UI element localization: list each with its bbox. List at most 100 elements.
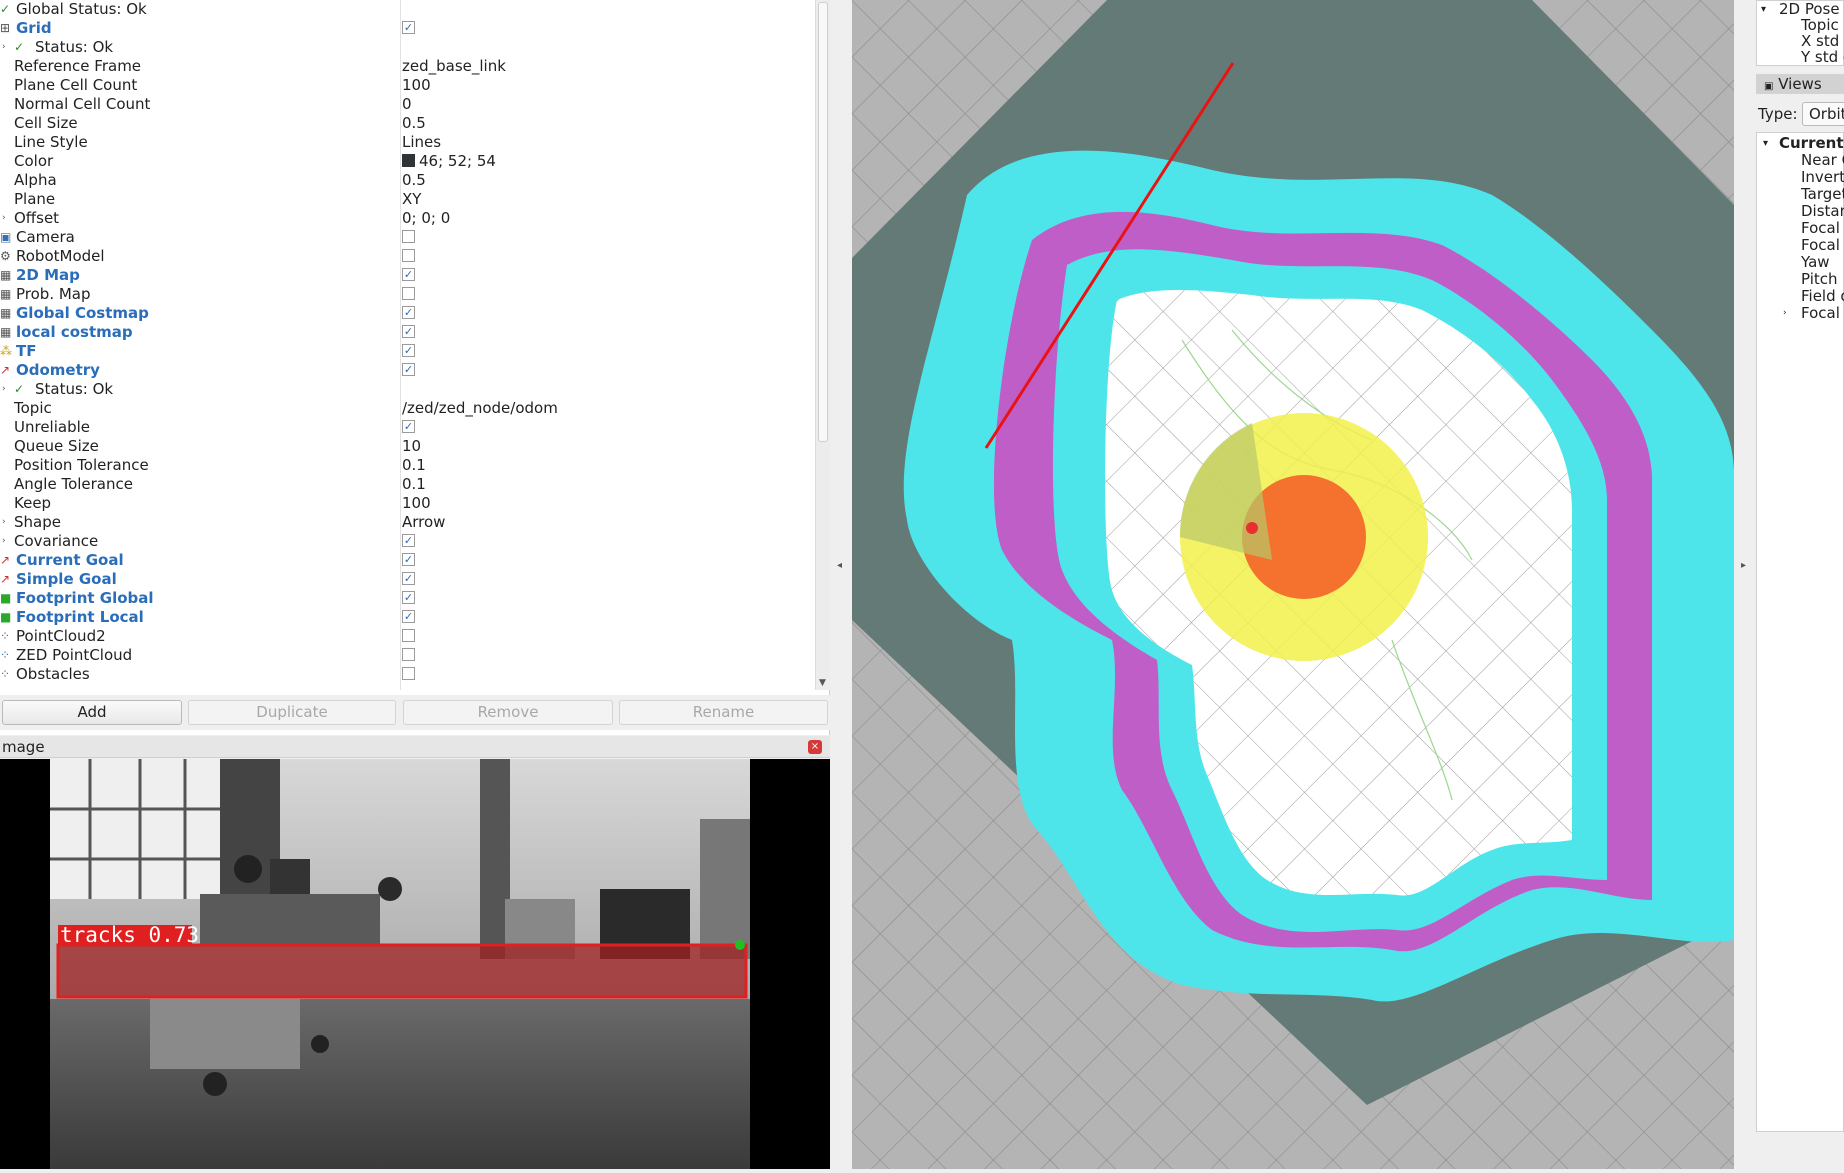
display-row-current-goal[interactable]: ↗ Current Goal ✓ (0, 551, 815, 570)
simple-goal-checkbox[interactable]: ✓ (402, 570, 415, 589)
display-row-footprint-global[interactable]: ■ Footprint Global ✓ (0, 589, 815, 608)
display-row-color[interactable]: Color 46; 52; 54 (0, 152, 815, 171)
display-row-simple-goal[interactable]: ↗ Simple Goal ✓ (0, 570, 815, 589)
obstacles-checkbox[interactable] (402, 665, 415, 684)
keep-value[interactable]: 100 (402, 494, 431, 513)
scroll-down-icon[interactable]: ▼ (819, 678, 826, 688)
panel-splitter[interactable]: ◂ (830, 0, 852, 1169)
view-prop-row[interactable]: Near C (1801, 152, 1844, 169)
robotmodel-checkbox[interactable] (402, 247, 415, 266)
display-row-zed-pointcloud[interactable]: ⁘ ZED PointCloud (0, 646, 815, 665)
color-value[interactable]: 46; 52; 54 (402, 152, 496, 171)
map-canvas[interactable] (852, 0, 1734, 1169)
view-prop-row[interactable]: Target (1801, 186, 1844, 203)
local-costmap-checkbox[interactable]: ✓ (402, 323, 415, 342)
grid-enable-checkbox[interactable]: ✓ (402, 19, 415, 38)
view-prop-row[interactable]: Yaw (1801, 254, 1830, 271)
duplicate-button[interactable]: Duplicate (188, 700, 396, 725)
pointcloud2-checkbox[interactable] (402, 627, 415, 646)
tf-checkbox[interactable]: ✓ (402, 342, 415, 361)
display-row-grid-status[interactable]: › ✓ Status: Ok (0, 38, 815, 57)
display-row-alpha[interactable]: Alpha 0.5 (0, 171, 815, 190)
view-prop-row[interactable]: Pitch (1801, 271, 1838, 288)
prob-map-checkbox[interactable] (402, 285, 415, 304)
unreliable-checkbox[interactable]: ✓ (402, 418, 415, 437)
display-row-pointcloud2[interactable]: ⁘ PointCloud2 (0, 627, 815, 646)
displays-scrollbar[interactable]: ▼ (815, 0, 830, 690)
polygon-icon: ■ (0, 591, 12, 605)
display-row-unreliable[interactable]: Unreliable ✓ (0, 418, 815, 437)
display-row-robotmodel[interactable]: ⚙ RobotModel (0, 247, 815, 266)
display-row-queue-size[interactable]: Queue Size 10 (0, 437, 815, 456)
close-icon[interactable]: × (808, 740, 822, 754)
display-row-global-costmap[interactable]: ▦ Global Costmap ✓ (0, 304, 815, 323)
position-tolerance-value[interactable]: 0.1 (402, 456, 426, 475)
remove-button[interactable]: Remove (403, 700, 613, 725)
plane-value[interactable]: XY (402, 190, 421, 209)
reference-frame-value[interactable]: zed_base_link (402, 57, 506, 76)
polygon-icon: ■ (0, 610, 12, 624)
normal-cell-count-value[interactable]: 0 (402, 95, 412, 114)
cell-size-value[interactable]: 0.5 (402, 114, 426, 133)
display-row-global-status[interactable]: ✓ Global Status: Ok (0, 0, 815, 19)
view-prop-row[interactable]: Invert (1801, 169, 1844, 186)
display-row-normal-cell-count[interactable]: Normal Cell Count 0 (0, 95, 815, 114)
display-row-camera[interactable]: ▣ Camera (0, 228, 815, 247)
display-row-angle-tolerance[interactable]: Angle Tolerance 0.1 (0, 475, 815, 494)
view-prop-row[interactable]: Focal S (1801, 237, 1844, 254)
topic-value[interactable]: /zed/zed_node/odom (402, 399, 558, 418)
camera-checkbox[interactable] (402, 228, 415, 247)
covariance-checkbox[interactable]: ✓ (402, 532, 415, 551)
row-name: Line Style (14, 133, 88, 151)
view-type-select[interactable]: Orbit (1802, 102, 1844, 126)
display-row-plane[interactable]: Plane XY (0, 190, 815, 209)
queue-size-value[interactable]: 10 (402, 437, 421, 456)
global-costmap-checkbox[interactable]: ✓ (402, 304, 415, 323)
view-prop-row[interactable]: Distan (1801, 203, 1844, 220)
views-icon: ▣ (1764, 81, 1774, 92)
view-prop-row[interactable]: Field o (1801, 288, 1844, 305)
row-name: Camera (16, 228, 75, 246)
display-row-2d-map[interactable]: ▦ 2D Map ✓ (0, 266, 815, 285)
2d-map-checkbox[interactable]: ✓ (402, 266, 415, 285)
scrollbar-thumb[interactable] (818, 2, 828, 442)
display-row-reference-frame[interactable]: Reference Frame zed_base_link (0, 57, 815, 76)
angle-tolerance-value[interactable]: 0.1 (402, 475, 426, 494)
rename-button[interactable]: Rename (619, 700, 828, 725)
display-row-local-costmap[interactable]: ▦ local costmap ✓ (0, 323, 815, 342)
display-row-shape[interactable]: › Shape Arrow (0, 513, 815, 532)
right-splitter[interactable]: ▸ (1734, 0, 1756, 1169)
display-row-obstacles[interactable]: ⁘ Obstacles (0, 665, 815, 684)
display-row-grid[interactable]: ⊞ Grid ✓ (0, 19, 815, 38)
display-row-covariance[interactable]: › Covariance ✓ (0, 532, 815, 551)
display-row-prob-map[interactable]: ▦ Prob. Map (0, 285, 815, 304)
tool-prop-row[interactable]: Y std d (1801, 49, 1844, 66)
collapse-left-icon[interactable]: ◂ (837, 560, 842, 571)
display-row-odometry[interactable]: ↗ Odometry ✓ (0, 361, 815, 380)
display-row-tf[interactable]: ⁂ TF ✓ (0, 342, 815, 361)
footprint-global-checkbox[interactable]: ✓ (402, 589, 415, 608)
3d-viewport[interactable] (852, 0, 1734, 1169)
footprint-local-checkbox[interactable]: ✓ (402, 608, 415, 627)
line-style-value[interactable]: Lines (402, 133, 441, 152)
display-row-footprint-local[interactable]: ■ Footprint Local ✓ (0, 608, 815, 627)
shape-value[interactable]: Arrow (402, 513, 445, 532)
display-row-keep[interactable]: Keep 100 (0, 494, 815, 513)
view-prop-row[interactable]: Focal F (1801, 305, 1844, 322)
display-row-cell-size[interactable]: Cell Size 0.5 (0, 114, 815, 133)
add-button[interactable]: Add (2, 700, 182, 725)
display-row-line-style[interactable]: Line Style Lines (0, 133, 815, 152)
odometry-checkbox[interactable]: ✓ (402, 361, 415, 380)
display-row-plane-cell-count[interactable]: Plane Cell Count 100 (0, 76, 815, 95)
display-row-odometry-status[interactable]: › ✓ Status: Ok (0, 380, 815, 399)
display-row-topic[interactable]: Topic /zed/zed_node/odom (0, 399, 815, 418)
plane-cell-count-value[interactable]: 100 (402, 76, 431, 95)
alpha-value[interactable]: 0.5 (402, 171, 426, 190)
current-goal-checkbox[interactable]: ✓ (402, 551, 415, 570)
view-prop-row[interactable]: Focal S (1801, 220, 1844, 237)
zed-pointcloud-checkbox[interactable] (402, 646, 415, 665)
collapse-right-icon[interactable]: ▸ (1741, 560, 1746, 571)
display-row-offset[interactable]: › Offset 0; 0; 0 (0, 209, 815, 228)
display-row-position-tolerance[interactable]: Position Tolerance 0.1 (0, 456, 815, 475)
offset-value[interactable]: 0; 0; 0 (402, 209, 450, 228)
